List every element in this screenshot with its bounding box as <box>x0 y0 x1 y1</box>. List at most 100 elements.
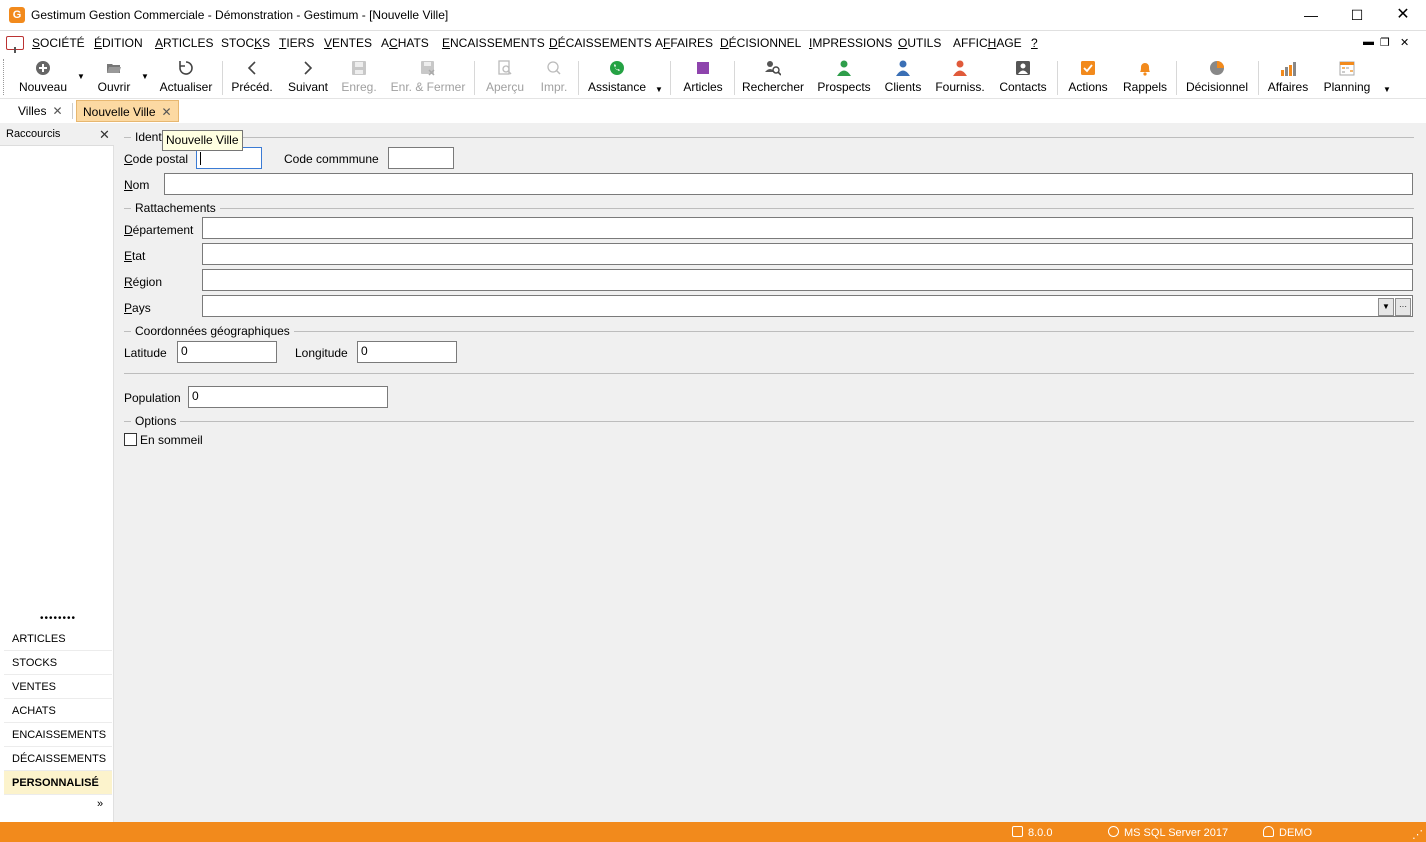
articles-button[interactable]: Articles <box>678 57 728 97</box>
ouvrir-button[interactable]: Ouvrir <box>92 57 136 97</box>
suivant-button[interactable]: Suivant <box>284 57 332 97</box>
planning-button[interactable]: Planning <box>1320 57 1374 97</box>
menu-text: HATS <box>397 36 429 50</box>
nouveau-dropdown-icon[interactable]: ▼ <box>77 72 85 81</box>
menu-accel: ? <box>1031 36 1038 50</box>
code-commune-input[interactable] <box>388 147 454 169</box>
nom-input[interactable] <box>164 173 1413 195</box>
sidebar-item-achats[interactable]: ACHATS <box>4 699 112 723</box>
rechercher-button[interactable]: Rechercher <box>740 57 806 97</box>
tab-nouvelle-ville[interactable]: Nouvelle Ville ✕ <box>76 100 179 122</box>
menu-affaires[interactable]: AFFAIRES <box>655 36 713 50</box>
close-icon[interactable]: ✕ <box>162 105 172 119</box>
etat-label: Etat <box>124 249 145 263</box>
menu-accel: V <box>324 36 333 50</box>
label-accel: C <box>124 152 133 166</box>
minimize-button[interactable]: — <box>1288 0 1334 31</box>
mdi-close-button[interactable]: ✕ <box>1400 36 1409 49</box>
en-sommeil-label[interactable]: En sommeil <box>140 433 203 447</box>
code-commune-label: Code commmune <box>284 152 379 166</box>
menu-outils[interactable]: OUTILS <box>898 36 941 50</box>
sidebar-more-icon[interactable]: » <box>97 798 103 810</box>
menu-accel: A <box>155 36 164 50</box>
close-window-button[interactable]: ✕ <box>1380 0 1426 31</box>
menu-edition[interactable]: ÉDITION <box>94 36 143 50</box>
sidebar-close-icon[interactable]: ✕ <box>99 127 110 143</box>
region-input[interactable] <box>202 269 1413 291</box>
precedent-label: Précéd. <box>231 80 273 94</box>
enregistrer-fermer-button[interactable]: Enr. & Fermer <box>386 57 470 97</box>
rappels-button[interactable]: Rappels <box>1120 57 1170 97</box>
mdi-minimize-button[interactable]: ▬ <box>1363 36 1374 48</box>
menu-encaissements[interactable]: ENCAISSEMENTS <box>442 36 545 50</box>
apercu-button[interactable]: Aperçu <box>482 57 528 97</box>
imprimer-button[interactable]: Impr. <box>534 57 574 97</box>
sidebar-item-encaissements[interactable]: ENCAISSEMENTS <box>4 723 112 747</box>
latitude-input[interactable]: 0 <box>177 341 277 363</box>
menu-affichage[interactable]: AFFICHAGE <box>953 36 1022 50</box>
contacts-button[interactable]: Contacts <box>996 57 1050 97</box>
assistance-label: Assistance <box>587 80 647 94</box>
fournisseurs-button[interactable]: Fourniss. <box>932 57 988 97</box>
label-text: égion <box>132 275 163 289</box>
sidebar-item-personnalise[interactable]: PERSONNALISÉ <box>4 771 112 795</box>
chevron-down-icon[interactable]: ▼ <box>1378 298 1394 316</box>
menu-accel: D <box>720 36 729 50</box>
precedent-button[interactable]: Précéd. <box>228 57 276 97</box>
sidebar-item-articles[interactable]: ARTICLES <box>4 627 112 651</box>
menu-text: UTILS <box>907 36 942 50</box>
decisionnel-button[interactable]: Décisionnel <box>1182 57 1252 97</box>
user-icon <box>1263 826 1274 837</box>
population-input[interactable]: 0 <box>188 386 388 408</box>
assistance-button[interactable]: Assistance <box>584 57 650 97</box>
menu-decaissements[interactable]: DÉCAISSEMENTS <box>549 36 652 50</box>
tab-villes[interactable]: Villes ✕ <box>12 100 69 122</box>
menu-app-icon[interactable] <box>6 36 24 53</box>
menu-articles[interactable]: ARTICLES <box>155 36 213 50</box>
menu-societe[interactable]: SOCIÉTÉ <box>32 36 85 50</box>
longitude-input[interactable]: 0 <box>357 341 457 363</box>
label-text: om <box>132 178 150 192</box>
menu-text: S <box>262 36 271 50</box>
departement-input[interactable] <box>202 217 1413 239</box>
enregistrer-button[interactable]: Enreg. <box>338 57 380 97</box>
tab-label: Villes <box>18 104 47 118</box>
menu-stocks[interactable]: STOCKS <box>221 36 270 50</box>
ellipsis-icon[interactable]: ··· <box>1395 298 1411 316</box>
close-icon[interactable]: ✕ <box>52 104 62 118</box>
menu-tiers[interactable]: TIERS <box>279 36 314 50</box>
resize-grip[interactable]: ⋰ <box>1412 828 1423 841</box>
sidebar-item-stocks[interactable]: STOCKS <box>4 651 112 675</box>
menu-ventes[interactable]: VENTES <box>324 36 372 50</box>
bar-chart-icon <box>1281 62 1296 76</box>
nouveau-button[interactable]: Nouveau <box>14 57 72 97</box>
pays-combobox[interactable]: ▼ ··· <box>202 295 1413 317</box>
whatsapp-icon <box>610 61 624 75</box>
affaires-button[interactable]: Affaires <box>1264 57 1312 97</box>
sidebar-splitter[interactable]: •••••••• <box>40 613 76 624</box>
en-sommeil-checkbox[interactable] <box>124 433 137 446</box>
maximize-button[interactable]: ☐ <box>1334 0 1380 31</box>
sidebar-item-decaissements[interactable]: DÉCAISSEMENTS <box>4 747 112 771</box>
prospects-button[interactable]: Prospects <box>814 57 874 97</box>
actualiser-button[interactable]: Actualiser <box>156 57 216 97</box>
contact-card-icon <box>1016 61 1030 75</box>
menu-achats[interactable]: ACHATS <box>381 36 429 50</box>
clients-label: Clients <box>884 80 922 94</box>
etat-input[interactable] <box>202 243 1413 265</box>
menu-help[interactable]: ? <box>1031 36 1038 50</box>
toolbar-grip[interactable] <box>3 59 6 95</box>
toolbar-overflow-icon[interactable]: ▼ <box>655 85 663 94</box>
enregistrer-label: Enreg. <box>341 80 377 94</box>
population-label: Population <box>124 391 181 405</box>
label-text: tat <box>132 249 146 263</box>
mdi-restore-button[interactable]: ❐ <box>1380 36 1390 49</box>
toolbar-overflow-icon[interactable]: ▼ <box>1383 85 1391 94</box>
menu-decisionnel[interactable]: DÉCISIONNEL <box>720 36 801 50</box>
ouvrir-dropdown-icon[interactable]: ▼ <box>141 72 149 81</box>
sidebar-header: Raccourcis ✕ <box>0 124 114 146</box>
clients-button[interactable]: Clients <box>880 57 926 97</box>
sidebar-item-ventes[interactable]: VENTES <box>4 675 112 699</box>
menu-impressions[interactable]: IMPRESSIONS <box>809 36 892 50</box>
actions-button[interactable]: Actions <box>1064 57 1112 97</box>
